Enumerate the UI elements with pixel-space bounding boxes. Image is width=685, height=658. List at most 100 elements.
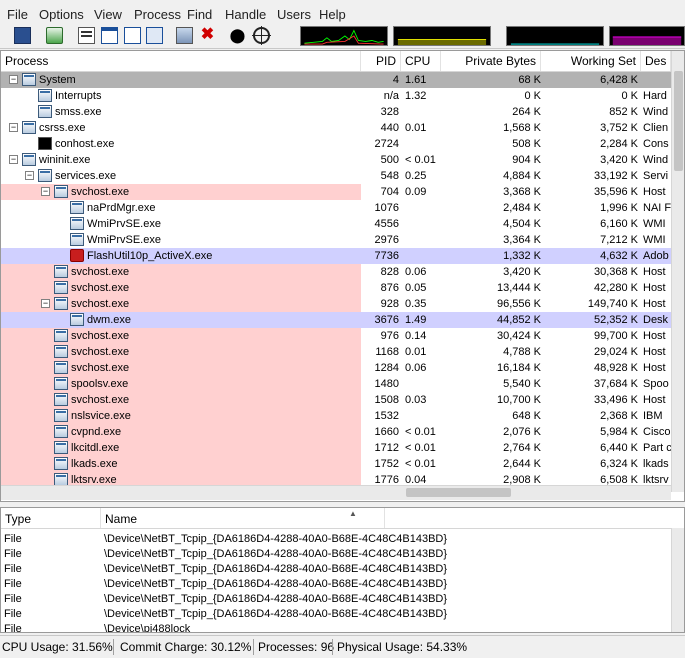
collapse-icon[interactable]: − [25, 171, 34, 180]
status-separator [113, 639, 114, 655]
menu-find[interactable]: Find [187, 7, 212, 22]
properties-icon[interactable] [146, 27, 163, 44]
process-row[interactable]: − csrss.exe 440 0.01 1,568 K 3,752 K Clien [1, 120, 671, 136]
process-list-horizontal-scrollbar[interactable] [1, 485, 671, 500]
menu-handle[interactable]: Handle [225, 7, 266, 22]
handle-icon[interactable] [176, 27, 193, 44]
process-window-icon [38, 89, 52, 102]
process-name: nslsvice.exe [71, 410, 131, 422]
handle-row[interactable]: File \Device\NetBT_Tcpip_{DA6186D4-4288-4… [1, 562, 671, 577]
handle-row[interactable]: File \Device\NetBT_Tcpip_{DA6186D4-4288-4… [1, 547, 671, 562]
process-row[interactable]: WmiPrvSE.exe 4556 4,504 K 6,160 K WMI [1, 216, 671, 232]
column-cpu[interactable]: CPU [401, 51, 441, 71]
process-name: svchost.exe [71, 394, 130, 406]
process-description: Hard [643, 90, 667, 102]
process-window-icon [54, 281, 68, 294]
column-name[interactable]: Name [101, 508, 385, 528]
handle-row[interactable]: File \Device\NetBT_Tcpip_{DA6186D4-4288-4… [1, 592, 671, 607]
handle-name: \Device\NetBT_Tcpip_{DA6186D4-4288-40A0-… [104, 533, 448, 545]
io-graph [506, 26, 604, 46]
collapse-icon[interactable]: − [9, 123, 18, 132]
process-private-bytes: 44,852 K [496, 314, 541, 326]
handles-header: Type Name ▲ [1, 508, 671, 529]
collapse-icon[interactable]: − [41, 299, 50, 308]
process-row[interactable]: dwm.exe 3676 1.49 44,852 K 52,352 K Desk [1, 312, 671, 328]
menu-view[interactable]: View [94, 7, 122, 22]
process-row[interactable]: − services.exe 548 0.25 4,884 K 33,192 K Servi [1, 168, 671, 184]
process-row[interactable]: − wininit.exe 500 < 0.01 904 K 3,420 K Wind [1, 152, 671, 168]
show-lower-pane-icon[interactable] [101, 27, 118, 44]
process-row[interactable]: spoolsv.exe 1480 5,540 K 37,684 K Spoo [1, 376, 671, 392]
column-private-bytes[interactable]: Private Bytes [441, 51, 541, 71]
process-row[interactable]: svchost.exe 1284 0.06 16,184 K 48,928 K Host [1, 360, 671, 376]
process-working-set: 48,928 K [593, 362, 638, 374]
menu-file[interactable]: File [7, 7, 28, 22]
menu-bar: File Options View Process Find Handle Us… [0, 0, 685, 26]
process-window-icon [54, 297, 68, 310]
save-icon[interactable] [14, 27, 31, 44]
process-row[interactable]: svchost.exe 876 0.05 13,444 K 42,280 K Host [1, 280, 671, 296]
collapse-icon[interactable]: − [41, 187, 50, 196]
process-row[interactable]: cvpnd.exe 1660 < 0.01 2,076 K 5,984 K Cisco [1, 424, 671, 440]
process-cpu: 0.01 [405, 346, 427, 358]
refresh-icon[interactable] [46, 27, 63, 44]
handle-row[interactable]: File \Device\NetBT_Tcpip_{DA6186D4-4288-4… [1, 577, 671, 592]
process-row[interactable]: − svchost.exe 704 0.09 3,368 K 35,596 K Host [1, 184, 671, 200]
column-type[interactable]: Type [1, 508, 101, 528]
process-working-set: 30,368 K [593, 266, 638, 278]
process-row[interactable]: svchost.exe 828 0.06 3,420 K 30,368 K Host [1, 264, 671, 280]
process-row[interactable]: FlashUtil10p_ActiveX.exe 7736 1,332 K 4,632… [1, 248, 671, 264]
process-row[interactable]: lkcitdl.exe 1712 < 0.01 2,764 K 6,440 K Part … [1, 440, 671, 456]
status-commit-charge: Commit Charge: 30.12% [120, 640, 252, 654]
process-row[interactable]: Interrupts n/a 1.32 0 K 0 K Hard [1, 88, 671, 104]
process-row[interactable]: − System 4 1.61 68 K 6,428 K [1, 72, 671, 88]
process-working-set: 4,632 K [600, 250, 638, 262]
process-row[interactable]: − svchost.exe 928 0.35 96,556 K 149,740 K Host [1, 296, 671, 312]
target-icon[interactable] [252, 26, 271, 45]
process-name: cvpnd.exe [71, 426, 122, 438]
handle-type: File [4, 608, 22, 620]
menu-help[interactable]: Help [319, 7, 346, 22]
column-process[interactable]: Process [1, 51, 361, 71]
handle-row[interactable]: File \Device\NetBT_Tcpip_{DA6186D4-4288-4… [1, 532, 671, 547]
process-window-icon [22, 121, 36, 134]
process-list-vertical-scrollbar[interactable] [671, 51, 684, 492]
process-working-set: 3,420 K [600, 154, 638, 166]
hscroll-thumb[interactable] [406, 488, 511, 497]
process-row[interactable]: lkads.exe 1752 < 0.01 2,644 K 6,324 K lkads [1, 456, 671, 472]
view-dlls-icon[interactable] [124, 27, 141, 44]
column-working-set[interactable]: Working Set [541, 51, 641, 71]
handle-row[interactable]: File \Device\pi488lock [1, 622, 671, 632]
menu-process[interactable]: Process [134, 7, 181, 22]
process-description: WMI [643, 234, 666, 246]
process-row[interactable]: smss.exe 328 264 K 852 K Wind [1, 104, 671, 120]
handles-vertical-scrollbar[interactable] [671, 528, 684, 632]
collapse-icon[interactable]: − [9, 155, 18, 164]
menu-users[interactable]: Users [277, 7, 311, 22]
process-working-set: 99,700 K [593, 330, 638, 342]
column-pid[interactable]: PID [361, 51, 401, 71]
process-list: − System 4 1.61 68 K 6,428 K Interrupts n/a 1.32… [1, 72, 671, 492]
process-row[interactable]: svchost.exe 1508 0.03 10,700 K 33,496 K Host [1, 392, 671, 408]
process-description: Part c [643, 442, 671, 454]
process-row[interactable]: naPrdMgr.exe 1076 2,484 K 1,996 K NAI F [1, 200, 671, 216]
scroll-thumb[interactable] [674, 71, 683, 171]
process-row[interactable]: svchost.exe 976 0.14 30,424 K 99,700 K Host [1, 328, 671, 344]
column-description[interactable]: Des [641, 51, 671, 71]
process-row[interactable]: svchost.exe 1168 0.01 4,788 K 29,024 K Host [1, 344, 671, 360]
collapse-icon[interactable]: − [9, 75, 18, 84]
process-row[interactable]: nslsvice.exe 1532 648 K 2,368 K IBM [1, 408, 671, 424]
kill-process-icon[interactable]: ✖ [199, 27, 216, 44]
process-working-set: 42,280 K [593, 282, 638, 294]
process-row[interactable]: conhost.exe 2724 508 K 2,284 K Cons [1, 136, 671, 152]
system-info-icon[interactable] [78, 27, 95, 44]
process-working-set: 6,324 K [600, 458, 638, 470]
handle-row[interactable]: File \Device\NetBT_Tcpip_{DA6186D4-4288-4… [1, 607, 671, 622]
process-row[interactable]: WmiPrvSE.exe 2976 3,364 K 7,212 K WMI [1, 232, 671, 248]
menu-options[interactable]: Options [39, 7, 84, 22]
find-icon[interactable]: ⬤ [229, 27, 246, 44]
process-working-set: 35,596 K [593, 186, 638, 198]
process-cpu: 0.05 [405, 282, 427, 294]
process-cpu [405, 136, 439, 152]
process-name: svchost.exe [71, 362, 130, 374]
